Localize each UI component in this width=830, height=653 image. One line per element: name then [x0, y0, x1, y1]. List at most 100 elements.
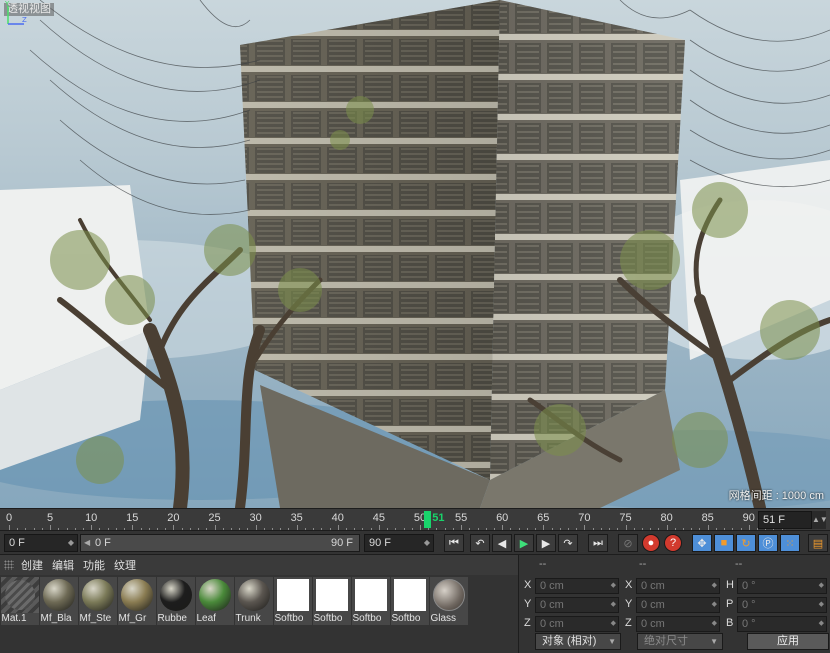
- auto-key-button[interactable]: ?: [664, 534, 682, 552]
- go-to-start-icon: ⏮: [449, 536, 459, 549]
- size-x-label: X: [625, 579, 633, 591]
- timeline-tick-label: 90: [742, 512, 755, 524]
- range-left-arrow-icon: ◀: [84, 538, 91, 547]
- rot-p-field[interactable]: 0 ° ◆: [737, 597, 827, 613]
- material-swatch[interactable]: Glass: [429, 577, 468, 625]
- go-to-end-button[interactable]: ⏭: [588, 534, 608, 552]
- rot-h-field[interactable]: 0 ° ◆: [737, 578, 827, 594]
- menu-texture[interactable]: 纹理: [114, 557, 136, 573]
- svg-text:Y: Y: [4, 0, 10, 8]
- material-swatch[interactable]: Mf_Gr: [117, 577, 156, 625]
- material-swatch[interactable]: Softbo: [312, 577, 351, 625]
- position-header: --: [539, 558, 547, 570]
- material-swatch[interactable]: Softbo: [351, 577, 390, 625]
- material-label: Mf_Gr: [118, 613, 147, 624]
- key-lock-icon: ⊘: [623, 537, 633, 550]
- material-preview: [237, 579, 270, 611]
- transport-bar: 0 F ◆ ◀ 0 F 90 F 90 F ◆ ⏮ ↶ ◀ ▶ ▶ ↷ ⏭ ⊘ ● …: [0, 530, 830, 554]
- softbox-preview: [276, 579, 309, 611]
- material-label: Softbo: [313, 613, 343, 624]
- panel-grip-icon[interactable]: [4, 560, 14, 570]
- material-swatch[interactable]: Trunk: [234, 577, 273, 625]
- prev-key-button[interactable]: ↶: [470, 534, 490, 552]
- size-z-value: 0 cm: [641, 618, 665, 630]
- param-icon: Ⓟ: [762, 538, 774, 550]
- size-z-label: Z: [625, 617, 632, 629]
- timeline-tick-label: 5: [47, 512, 54, 524]
- timeline-tick-label: 0: [5, 512, 13, 524]
- timeline-tick-label: 40: [331, 512, 344, 524]
- next-frame-icon: ▶: [541, 537, 551, 550]
- rot-b-field[interactable]: 0 ° ◆: [737, 616, 827, 632]
- frame-range-slider[interactable]: ◀ 0 F 90 F: [80, 534, 360, 552]
- size-y-field[interactable]: 0 cm ◆: [636, 597, 720, 613]
- playhead[interactable]: [424, 511, 432, 528]
- material-label: Glass: [430, 613, 457, 624]
- scale-icon: ■: [720, 537, 728, 549]
- pos-x-field[interactable]: 0 cm ◆: [535, 578, 619, 594]
- viewport-render: [0, 0, 830, 508]
- move-key-button[interactable]: ✥: [692, 534, 712, 552]
- prev-frame-icon: ◀: [497, 537, 507, 550]
- go-to-start-button[interactable]: ⏮: [444, 534, 464, 552]
- material-label: Mf_Ste: [79, 613, 112, 624]
- timeline-tick-label: 70: [578, 512, 591, 524]
- frame-spinner-icon[interactable]: ▲▼: [812, 511, 828, 529]
- rot-b-label: B: [726, 617, 734, 629]
- pos-y-field[interactable]: 0 cm ◆: [535, 597, 619, 613]
- max-frame-value: 90 F: [369, 537, 392, 549]
- material-label: Softbo: [391, 613, 421, 624]
- record-button[interactable]: ●: [642, 534, 660, 552]
- material-preview: [42, 579, 75, 611]
- glass-preview: [432, 579, 465, 611]
- axis-gizmo-icon: Y Z: [4, 0, 27, 25]
- param-key-button[interactable]: Ⓟ: [758, 534, 778, 552]
- chevron-down-icon: ▼: [608, 637, 616, 646]
- max-frame-field[interactable]: 90 F ◆: [364, 534, 434, 552]
- current-frame-field[interactable]: 51 F: [758, 511, 812, 529]
- record-disabled-button[interactable]: ⊘: [618, 534, 638, 552]
- timeline-window-button[interactable]: ▤: [808, 534, 828, 552]
- go-to-end-icon: ⏭: [593, 536, 603, 549]
- size-z-field[interactable]: 0 cm ◆: [636, 616, 720, 632]
- menu-create[interactable]: 创建: [21, 557, 43, 573]
- material-label: Softbo: [352, 613, 382, 624]
- size-x-field[interactable]: 0 cm ◆: [636, 578, 720, 594]
- film-strip-icon: ▤: [812, 537, 824, 550]
- material-swatch[interactable]: Rubbe: [156, 577, 195, 625]
- material-swatch[interactable]: Mf_Ste: [78, 577, 117, 625]
- material-label: Mf_Bla: [40, 613, 72, 624]
- timeline-tick-label: 20: [167, 512, 180, 524]
- 3d-viewport[interactable]: 透视视图 Y Z 网格间距 : 1000 cm: [0, 0, 830, 508]
- menu-function[interactable]: 功能: [83, 557, 105, 573]
- timeline-tick-label: 80: [660, 512, 673, 524]
- start-frame-field[interactable]: 0 F ◆: [4, 534, 78, 552]
- material-swatch[interactable]: Softbo: [273, 577, 312, 625]
- coord-mode-dropdown[interactable]: 对象 (相对) ▼: [535, 633, 621, 650]
- pos-z-field[interactable]: 0 cm ◆: [535, 616, 619, 632]
- material-swatch[interactable]: Mf_Bla: [39, 577, 78, 625]
- rot-p-label: P: [726, 598, 734, 610]
- apply-button[interactable]: 应用: [747, 633, 829, 650]
- play-button[interactable]: ▶: [514, 534, 534, 552]
- scale-key-button[interactable]: ■: [714, 534, 734, 552]
- timeline[interactable]: 0 5 10 15 20 25 30 35 40 45 50 55 60 65 70 75 80 85 90 51 …: [0, 508, 830, 531]
- point-level-button[interactable]: ⁙: [780, 534, 800, 552]
- size-mode-dropdown[interactable]: 绝对尺寸 ▼: [637, 633, 723, 650]
- timeline-tick-label: 65: [537, 512, 550, 524]
- pos-y-label: Y: [524, 598, 532, 610]
- material-swatch[interactable]: Leaf: [195, 577, 234, 625]
- next-frame-button[interactable]: ▶: [536, 534, 556, 552]
- material-swatch[interactable]: Softbo: [390, 577, 429, 625]
- menu-edit[interactable]: 编辑: [52, 557, 74, 573]
- timeline-tick-label: 55: [454, 512, 468, 524]
- softbox-preview: [393, 579, 426, 611]
- size-x-value: 0 cm: [641, 580, 665, 592]
- chevron-down-icon: ▼: [710, 637, 718, 646]
- rotate-key-button[interactable]: ↻: [736, 534, 756, 552]
- help-icon: ?: [669, 537, 677, 549]
- material-swatch[interactable]: Mat.1: [0, 577, 39, 625]
- next-key-button[interactable]: ↷: [558, 534, 578, 552]
- prev-frame-button[interactable]: ◀: [492, 534, 512, 552]
- timeline-ruler[interactable]: 0 5 10 15 20 25 30 35 40 45 50 55 60 65 70 75 80 85 90: [0, 509, 783, 531]
